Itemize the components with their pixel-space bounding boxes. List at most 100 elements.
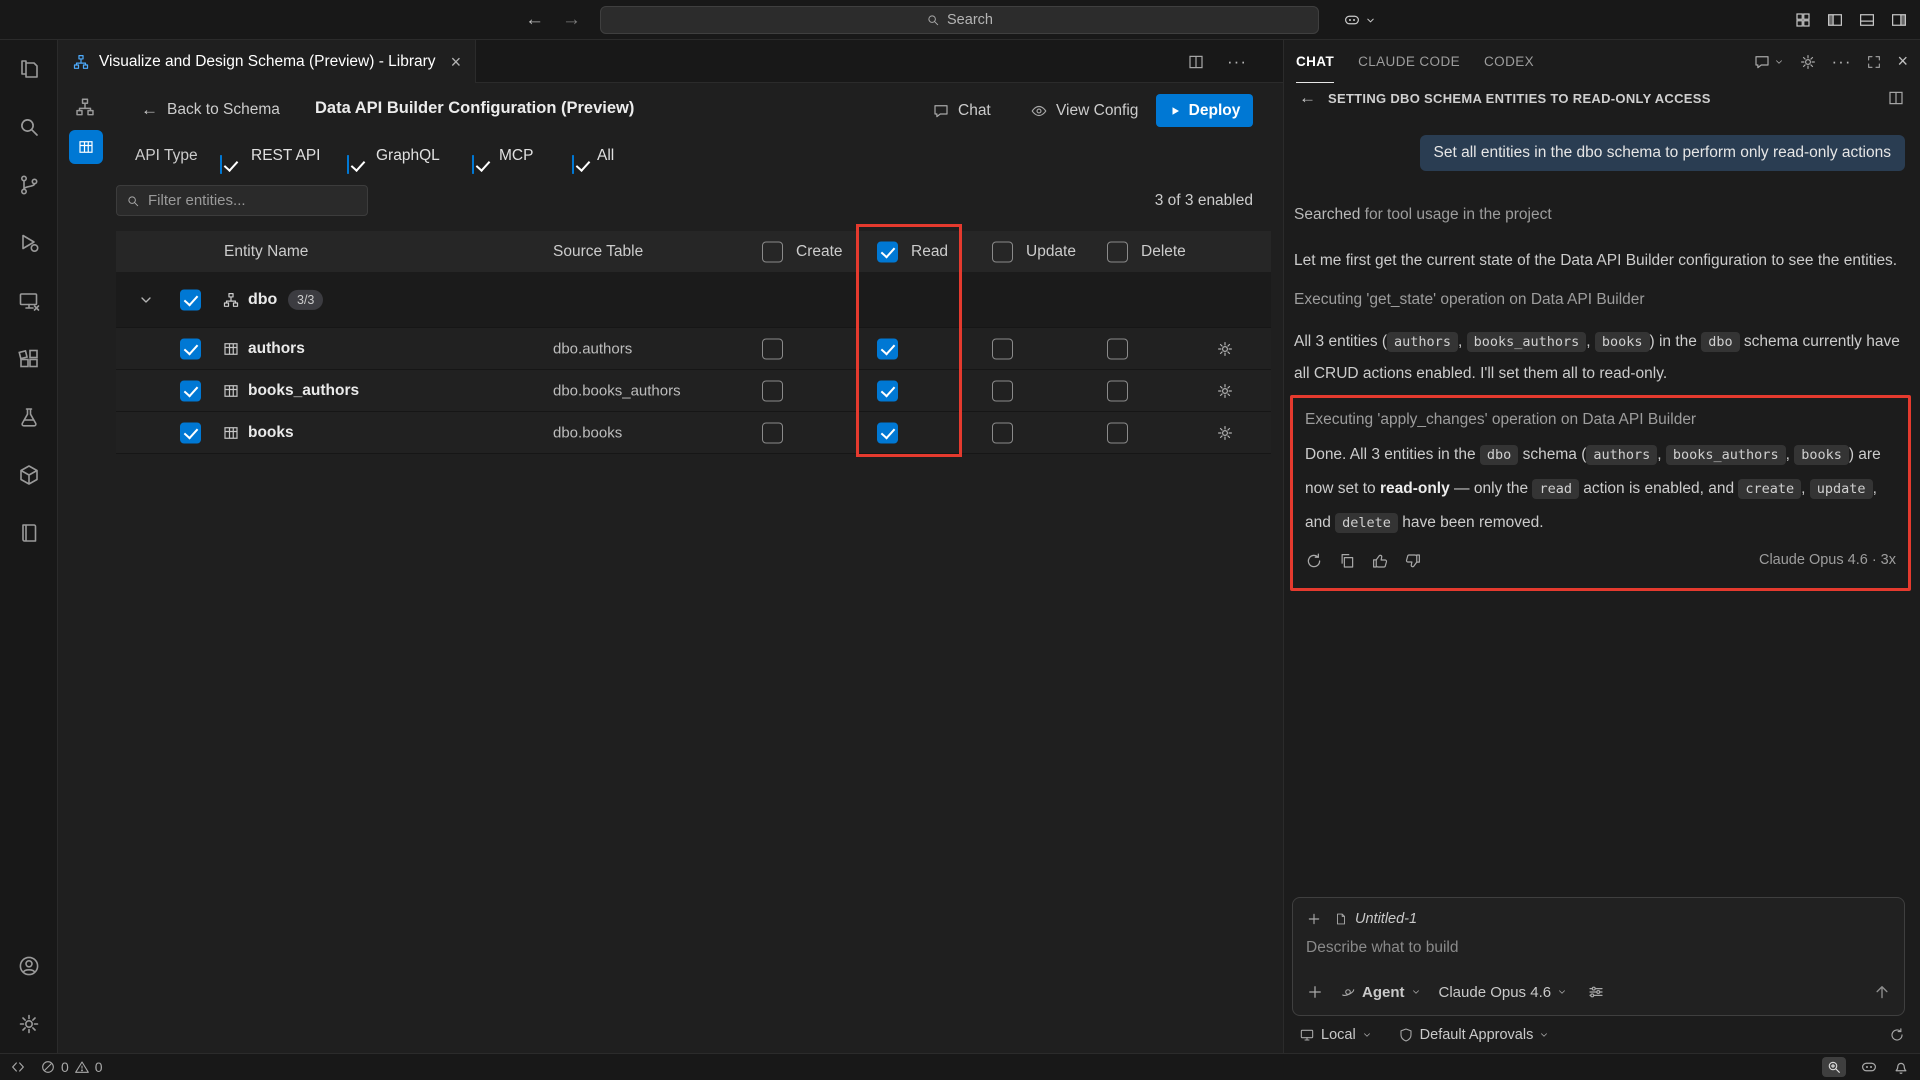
update-checkbox[interactable] — [992, 338, 1013, 359]
attach-icon[interactable] — [1306, 983, 1324, 1001]
session-refresh-icon[interactable] — [1889, 1027, 1905, 1043]
sidebar-item-source-control[interactable] — [0, 156, 58, 214]
maximize-icon[interactable] — [1866, 54, 1882, 70]
copilot-menu-button[interactable] — [1343, 0, 1376, 40]
create-checkbox[interactable] — [762, 422, 783, 443]
sidebar-item-packages[interactable] — [0, 446, 58, 504]
row-select-checkbox[interactable] — [180, 422, 201, 443]
notifications-bell-icon[interactable] — [1892, 1058, 1910, 1076]
graphql-checkbox[interactable] — [347, 155, 349, 174]
row-select-checkbox[interactable] — [180, 380, 201, 401]
table-row[interactable]: books_authors dbo.books_authors — [116, 370, 1271, 412]
schema-visualize-icon[interactable] — [74, 96, 96, 118]
sidebar-item-settings[interactable] — [0, 995, 58, 1053]
chat-mode-menu[interactable] — [1753, 53, 1784, 71]
group-select-checkbox[interactable] — [180, 289, 201, 310]
zoom-indicator[interactable] — [1822, 1057, 1846, 1077]
context-file-name: Untitled-1 — [1355, 911, 1417, 927]
read-checkbox[interactable] — [877, 422, 898, 443]
back-arrow-icon: ← — [141, 100, 158, 120]
target-dropdown[interactable]: Local — [1299, 1027, 1372, 1043]
back-to-schema-link[interactable]: ← Back to Schema — [141, 97, 280, 123]
table-row[interactable]: authors dbo.authors — [116, 328, 1271, 370]
remote-indicator-icon[interactable] — [10, 1059, 26, 1075]
col-read-checkbox[interactable] — [877, 241, 898, 262]
delete-checkbox[interactable] — [1107, 338, 1128, 359]
close-icon[interactable]: × — [1897, 51, 1908, 72]
chat-button[interactable]: Chat — [932, 97, 991, 124]
send-icon[interactable] — [1873, 983, 1891, 1001]
sidebar-item-remote-explorer[interactable] — [0, 272, 58, 330]
sidebar-item-explorer[interactable] — [0, 40, 58, 98]
customize-layout-icon[interactable] — [1794, 11, 1812, 29]
all-checkbox[interactable] — [572, 155, 574, 174]
tools-sliders-icon[interactable] — [1587, 983, 1605, 1001]
toggle-sidebar-icon[interactable] — [1826, 11, 1844, 29]
mcp-checkbox[interactable] — [472, 155, 474, 174]
command-center-search[interactable]: Search — [600, 6, 1319, 34]
read-checkbox[interactable] — [877, 338, 898, 359]
row-settings-gear-icon[interactable] — [1216, 340, 1234, 358]
chat-input-box[interactable]: Untitled-1 Describe what to build Agent … — [1292, 897, 1905, 1016]
sidebar-item-account[interactable] — [0, 937, 58, 995]
nav-forward-icon[interactable]: → — [562, 9, 581, 31]
approvals-dropdown[interactable]: Default Approvals — [1398, 1027, 1550, 1043]
tab-visualize-schema[interactable]: Visualize and Design Schema (Preview) - … — [58, 40, 476, 83]
read-checkbox[interactable] — [877, 380, 898, 401]
chevron-down-icon[interactable] — [138, 292, 154, 308]
view-config-button[interactable]: View Config — [1030, 97, 1138, 124]
sidebar-item-extensions[interactable] — [0, 330, 58, 388]
copy-icon[interactable] — [1338, 552, 1356, 570]
tab-claude-code[interactable]: CLAUDE CODE — [1358, 40, 1460, 83]
schema-group-row[interactable]: dbo 3/3 — [116, 272, 1271, 328]
sidebar-item-search[interactable] — [0, 98, 58, 156]
table-row[interactable]: books dbo.books — [116, 412, 1271, 454]
row-select-checkbox[interactable] — [180, 338, 201, 359]
sidebar-item-testing[interactable] — [0, 388, 58, 446]
row-settings-gear-icon[interactable] — [1216, 424, 1234, 442]
thumbs-down-icon[interactable] — [1404, 552, 1422, 570]
toggle-secondary-sidebar-icon[interactable] — [1890, 11, 1908, 29]
tab-close-icon[interactable]: × — [451, 53, 462, 71]
nav-back-icon[interactable]: ← — [525, 9, 544, 31]
more-actions-icon[interactable]: ··· — [1832, 52, 1852, 72]
add-context-icon[interactable] — [1306, 911, 1322, 927]
back-arrow-icon[interactable]: ← — [1299, 88, 1316, 108]
gear-icon[interactable] — [1799, 53, 1817, 71]
rest-api-checkbox[interactable] — [220, 155, 222, 174]
problems-indicator[interactable]: 0 0 — [40, 1059, 103, 1075]
chat-message-list[interactable]: Set all entities in the dbo schema to pe… — [1294, 113, 1905, 893]
context-file-chip[interactable]: Untitled-1 — [1334, 911, 1417, 927]
sidebar-item-notebooks[interactable] — [0, 504, 58, 562]
toggle-panel-icon[interactable] — [1858, 11, 1876, 29]
tab-codex[interactable]: CODEX — [1484, 40, 1534, 83]
delete-checkbox[interactable] — [1107, 422, 1128, 443]
copilot-status-icon[interactable] — [1860, 1058, 1878, 1076]
filter-entities-input[interactable]: Filter entities... — [116, 185, 368, 216]
retry-icon[interactable] — [1305, 552, 1323, 570]
chevron-down-icon — [1557, 987, 1567, 997]
row-settings-gear-icon[interactable] — [1216, 382, 1234, 400]
delete-checkbox[interactable] — [1107, 380, 1128, 401]
split-editor-icon[interactable] — [1187, 53, 1205, 71]
mode-dropdown[interactable]: Agent — [1340, 984, 1421, 1001]
update-checkbox[interactable] — [992, 422, 1013, 443]
col-update-checkbox[interactable] — [992, 241, 1013, 262]
update-checkbox[interactable] — [992, 380, 1013, 401]
deploy-button[interactable]: Deploy — [1156, 94, 1253, 127]
file-icon — [1334, 912, 1348, 926]
tab-chat[interactable]: CHAT — [1296, 40, 1334, 83]
sidebar-item-run-debug[interactable] — [0, 214, 58, 272]
thumbs-up-icon[interactable] — [1371, 552, 1389, 570]
col-delete-checkbox[interactable] — [1107, 241, 1128, 262]
back-label: Back to Schema — [167, 101, 280, 119]
col-create-checkbox[interactable] — [762, 241, 783, 262]
create-checkbox[interactable] — [762, 338, 783, 359]
view-config-label: View Config — [1056, 102, 1138, 120]
assistant-paragraph: All 3 entities (authors, books_authors, … — [1294, 326, 1905, 389]
model-dropdown[interactable]: Claude Opus 4.6 — [1439, 984, 1568, 1001]
open-to-side-icon[interactable] — [1887, 89, 1905, 107]
response-model-info: Claude Opus 4.6 · 3x — [1759, 545, 1896, 576]
more-actions-icon[interactable]: ··· — [1227, 52, 1247, 72]
create-checkbox[interactable] — [762, 380, 783, 401]
